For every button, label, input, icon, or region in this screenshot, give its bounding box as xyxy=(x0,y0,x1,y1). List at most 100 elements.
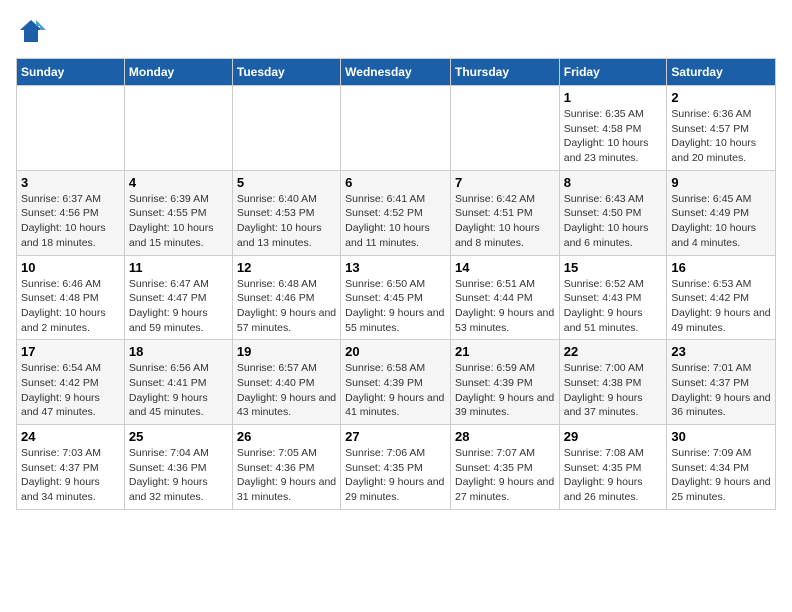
calendar-cell xyxy=(17,86,125,171)
calendar-cell: 4 Sunrise: 6:39 AMSunset: 4:55 PMDaylight… xyxy=(124,170,232,255)
day-info: Sunrise: 6:47 AMSunset: 4:47 PMDaylight:… xyxy=(129,277,228,336)
calendar-cell: 1 Sunrise: 6:35 AMSunset: 4:58 PMDaylight… xyxy=(559,86,667,171)
day-number: 12 xyxy=(237,260,336,275)
calendar-cell: 26 Sunrise: 7:05 AMSunset: 4:36 PMDayligh… xyxy=(232,425,340,510)
weekday-header-friday: Friday xyxy=(559,59,667,86)
weekday-header-saturday: Saturday xyxy=(667,59,776,86)
calendar-cell: 17 Sunrise: 6:54 AMSunset: 4:42 PMDayligh… xyxy=(17,340,125,425)
calendar-cell: 15 Sunrise: 6:52 AMSunset: 4:43 PMDayligh… xyxy=(559,255,667,340)
day-info: Sunrise: 7:04 AMSunset: 4:36 PMDaylight:… xyxy=(129,446,228,505)
day-info: Sunrise: 6:39 AMSunset: 4:55 PMDaylight:… xyxy=(129,192,228,251)
day-number: 1 xyxy=(564,90,663,105)
day-number: 9 xyxy=(671,175,771,190)
day-number: 26 xyxy=(237,429,336,444)
day-number: 13 xyxy=(345,260,446,275)
day-number: 22 xyxy=(564,344,663,359)
day-info: Sunrise: 7:01 AMSunset: 4:37 PMDaylight:… xyxy=(671,361,771,420)
weekday-header-sunday: Sunday xyxy=(17,59,125,86)
day-info: Sunrise: 6:45 AMSunset: 4:49 PMDaylight:… xyxy=(671,192,771,251)
calendar-cell: 27 Sunrise: 7:06 AMSunset: 4:35 PMDayligh… xyxy=(341,425,451,510)
calendar-cell: 28 Sunrise: 7:07 AMSunset: 4:35 PMDayligh… xyxy=(450,425,559,510)
calendar-table: SundayMondayTuesdayWednesdayThursdayFrid… xyxy=(16,58,776,510)
day-info: Sunrise: 7:08 AMSunset: 4:35 PMDaylight:… xyxy=(564,446,663,505)
day-info: Sunrise: 6:50 AMSunset: 4:45 PMDaylight:… xyxy=(345,277,446,336)
day-info: Sunrise: 7:06 AMSunset: 4:35 PMDaylight:… xyxy=(345,446,446,505)
calendar-cell: 30Sunrise: 7:09 AMSunset: 4:34 PMDayligh… xyxy=(667,425,776,510)
day-info: Sunrise: 6:58 AMSunset: 4:39 PMDaylight:… xyxy=(345,361,446,420)
calendar-cell: 10Sunrise: 6:46 AMSunset: 4:48 PMDayligh… xyxy=(17,255,125,340)
calendar-week-2: 10Sunrise: 6:46 AMSunset: 4:48 PMDayligh… xyxy=(17,255,776,340)
calendar-cell: 13 Sunrise: 6:50 AMSunset: 4:45 PMDayligh… xyxy=(341,255,451,340)
day-number: 5 xyxy=(237,175,336,190)
calendar-week-0: 1 Sunrise: 6:35 AMSunset: 4:58 PMDaylight… xyxy=(17,86,776,171)
day-info: Sunrise: 6:42 AMSunset: 4:51 PMDaylight:… xyxy=(455,192,555,251)
day-number: 23 xyxy=(671,344,771,359)
day-info: Sunrise: 7:03 AMSunset: 4:37 PMDaylight:… xyxy=(21,446,120,505)
weekday-header-thursday: Thursday xyxy=(450,59,559,86)
calendar-cell: 18 Sunrise: 6:56 AMSunset: 4:41 PMDayligh… xyxy=(124,340,232,425)
day-number: 18 xyxy=(129,344,228,359)
day-number: 14 xyxy=(455,260,555,275)
calendar-cell: 2 Sunrise: 6:36 AMSunset: 4:57 PMDaylight… xyxy=(667,86,776,171)
day-info: Sunrise: 6:41 AMSunset: 4:52 PMDaylight:… xyxy=(345,192,446,251)
calendar-week-4: 24Sunrise: 7:03 AMSunset: 4:37 PMDayligh… xyxy=(17,425,776,510)
day-number: 3 xyxy=(21,175,120,190)
day-number: 21 xyxy=(455,344,555,359)
calendar-cell: 8 Sunrise: 6:43 AMSunset: 4:50 PMDaylight… xyxy=(559,170,667,255)
day-number: 30 xyxy=(671,429,771,444)
day-number: 20 xyxy=(345,344,446,359)
day-number: 27 xyxy=(345,429,446,444)
day-info: Sunrise: 7:00 AMSunset: 4:38 PMDaylight:… xyxy=(564,361,663,420)
calendar-week-3: 17 Sunrise: 6:54 AMSunset: 4:42 PMDayligh… xyxy=(17,340,776,425)
day-number: 4 xyxy=(129,175,228,190)
day-number: 29 xyxy=(564,429,663,444)
calendar-cell: 9 Sunrise: 6:45 AMSunset: 4:49 PMDaylight… xyxy=(667,170,776,255)
calendar-cell: 29 Sunrise: 7:08 AMSunset: 4:35 PMDayligh… xyxy=(559,425,667,510)
calendar-body: 1 Sunrise: 6:35 AMSunset: 4:58 PMDaylight… xyxy=(17,86,776,510)
day-info: Sunrise: 7:07 AMSunset: 4:35 PMDaylight:… xyxy=(455,446,555,505)
calendar-cell xyxy=(232,86,340,171)
logo xyxy=(16,16,50,46)
day-number: 28 xyxy=(455,429,555,444)
calendar-cell: 11 Sunrise: 6:47 AMSunset: 4:47 PMDayligh… xyxy=(124,255,232,340)
day-info: Sunrise: 6:40 AMSunset: 4:53 PMDaylight:… xyxy=(237,192,336,251)
day-number: 19 xyxy=(237,344,336,359)
weekday-header-wednesday: Wednesday xyxy=(341,59,451,86)
calendar-cell: 19 Sunrise: 6:57 AMSunset: 4:40 PMDayligh… xyxy=(232,340,340,425)
day-number: 7 xyxy=(455,175,555,190)
day-info: Sunrise: 6:36 AMSunset: 4:57 PMDaylight:… xyxy=(671,107,771,166)
calendar-cell: 20 Sunrise: 6:58 AMSunset: 4:39 PMDayligh… xyxy=(341,340,451,425)
calendar-cell xyxy=(124,86,232,171)
day-number: 11 xyxy=(129,260,228,275)
day-number: 16 xyxy=(671,260,771,275)
day-info: Sunrise: 6:56 AMSunset: 4:41 PMDaylight:… xyxy=(129,361,228,420)
day-info: Sunrise: 6:35 AMSunset: 4:58 PMDaylight:… xyxy=(564,107,663,166)
day-info: Sunrise: 6:48 AMSunset: 4:46 PMDaylight:… xyxy=(237,277,336,336)
day-number: 8 xyxy=(564,175,663,190)
day-number: 17 xyxy=(21,344,120,359)
calendar-cell: 3Sunrise: 6:37 AMSunset: 4:56 PMDaylight… xyxy=(17,170,125,255)
day-info: Sunrise: 6:57 AMSunset: 4:40 PMDaylight:… xyxy=(237,361,336,420)
calendar-cell: 14Sunrise: 6:51 AMSunset: 4:44 PMDayligh… xyxy=(450,255,559,340)
calendar-cell xyxy=(450,86,559,171)
weekday-header-tuesday: Tuesday xyxy=(232,59,340,86)
day-info: Sunrise: 6:54 AMSunset: 4:42 PMDaylight:… xyxy=(21,361,120,420)
calendar-cell: 22 Sunrise: 7:00 AMSunset: 4:38 PMDayligh… xyxy=(559,340,667,425)
calendar-week-1: 3Sunrise: 6:37 AMSunset: 4:56 PMDaylight… xyxy=(17,170,776,255)
day-number: 2 xyxy=(671,90,771,105)
day-info: Sunrise: 6:43 AMSunset: 4:50 PMDaylight:… xyxy=(564,192,663,251)
day-info: Sunrise: 7:05 AMSunset: 4:36 PMDaylight:… xyxy=(237,446,336,505)
header-row: SundayMondayTuesdayWednesdayThursdayFrid… xyxy=(17,59,776,86)
logo-icon xyxy=(16,16,46,46)
calendar-cell: 6Sunrise: 6:41 AMSunset: 4:52 PMDaylight… xyxy=(341,170,451,255)
calendar-header: SundayMondayTuesdayWednesdayThursdayFrid… xyxy=(17,59,776,86)
day-info: Sunrise: 6:59 AMSunset: 4:39 PMDaylight:… xyxy=(455,361,555,420)
calendar-cell: 24Sunrise: 7:03 AMSunset: 4:37 PMDayligh… xyxy=(17,425,125,510)
calendar-cell: 16Sunrise: 6:53 AMSunset: 4:42 PMDayligh… xyxy=(667,255,776,340)
calendar-cell: 7 Sunrise: 6:42 AMSunset: 4:51 PMDaylight… xyxy=(450,170,559,255)
day-info: Sunrise: 6:52 AMSunset: 4:43 PMDaylight:… xyxy=(564,277,663,336)
calendar-cell: 23 Sunrise: 7:01 AMSunset: 4:37 PMDayligh… xyxy=(667,340,776,425)
day-number: 15 xyxy=(564,260,663,275)
day-number: 10 xyxy=(21,260,120,275)
calendar-cell: 5 Sunrise: 6:40 AMSunset: 4:53 PMDaylight… xyxy=(232,170,340,255)
